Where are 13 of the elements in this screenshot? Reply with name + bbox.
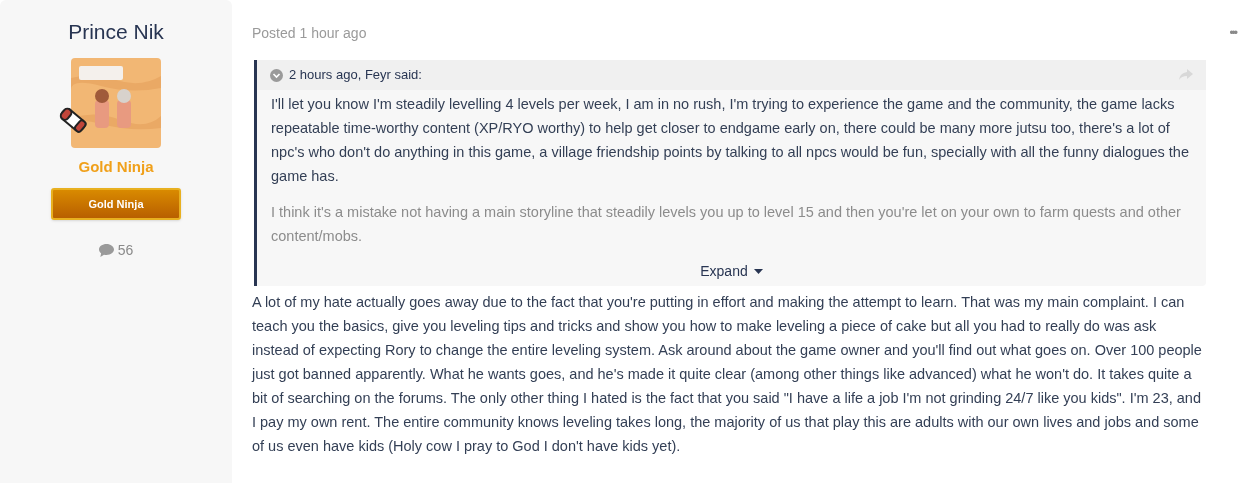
quote-paragraph: I'll let you know I'm steadily levelling 4 levels per week, I am in no rush, I'm trying to experience the game and the community, the game lacks repeatable time-worthy content (XP/RYO worthy) to help get closer to endgame early on, there could be many more jutsu too, there's a lot of npc's who don't do anything in this game, a village friendship points by talking to all npcs would be fun, specially with all the funny dialogues the game has. bbox=[271, 95, 1190, 186]
expand-button[interactable]: Expand bbox=[700, 260, 763, 282]
quote-paragraph: I think it's a mistake not having a main storyline that steadily levels you up to level 15 and then you're let on your own to farm quests and other content/mobs. bbox=[271, 203, 1182, 246]
rank-title: Gold Ninja bbox=[78, 156, 154, 177]
quote-citation: 2 hours ago, Feyr said: bbox=[289, 66, 422, 85]
post-body: A lot of my hate actually goes away due to the fact that you're putting in effort and making the attempt to learn. That was my main complaint. I can teach you the basics, give you leveling tips and tricks and show you how to make leveling a piece of cake but all you had to really do was ask instead of expecting Rory to change the entire leveling system. Ask around about the game owner and you'll find out what goes on. Over 100 people just got banned apparently. What he wants goes, and he's made it quite clear (among other things like advanced) what he won't do. It takes quite a bit of searching on the forums. The only other thing I hated is the fact that you said "I have a life a job I'm not grinding 24/7 like you kids". I'm 23, and I pay my own rent. The entire community knows leveling takes long, the majority of us that play this are adults with our own lives and jobs and some of us even have kids (Holy cow I pray to God I don't have kids yet). bbox=[252, 293, 1203, 456]
post-date: Posted 1 hour ago bbox=[252, 23, 367, 43]
caret-icon bbox=[753, 268, 763, 274]
collapse-icon[interactable] bbox=[270, 68, 283, 82]
post-count: 56 bbox=[117, 241, 134, 260]
rank-badge: Gold Ninja bbox=[51, 188, 181, 220]
comment-icon bbox=[98, 244, 114, 257]
author-name[interactable]: Prince Nik bbox=[68, 16, 164, 48]
